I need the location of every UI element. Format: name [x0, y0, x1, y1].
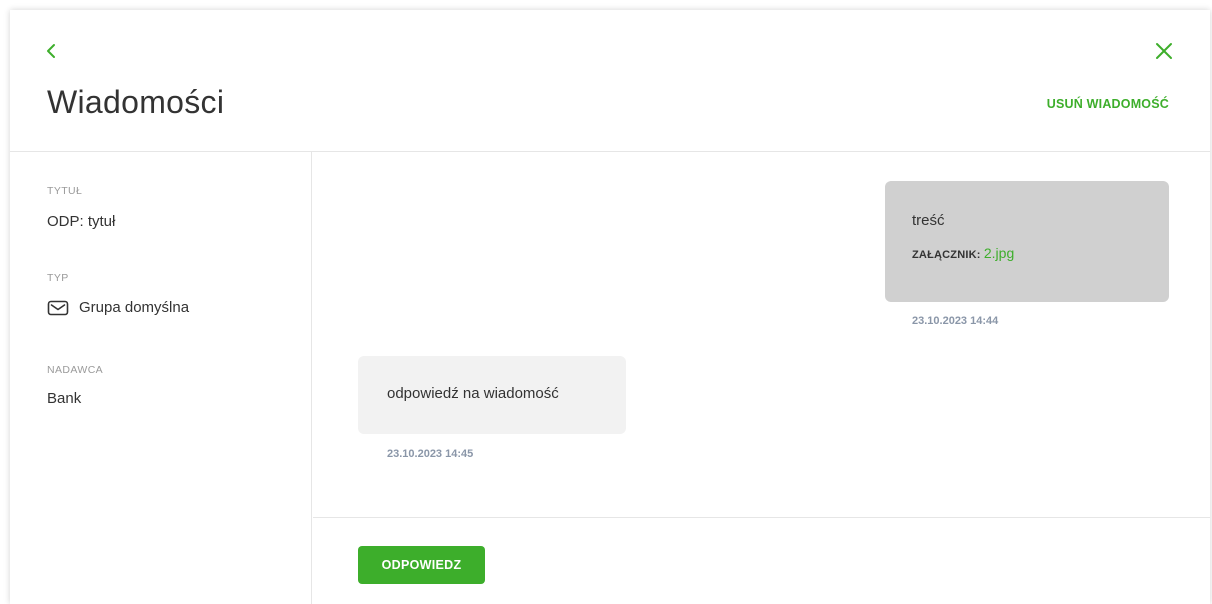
incoming-message-bubble: odpowiedź na wiadomość	[358, 356, 626, 434]
panel-header: Wiadomości USUŃ WIADOMOŚĆ	[10, 10, 1210, 152]
attachment-link[interactable]: 2.jpg	[984, 245, 1014, 261]
title-value: ODP: tytuł	[47, 213, 116, 230]
message-info-sidebar: TYTUŁ ODP: tytuł TYP Grupa domyślna NADA…	[10, 152, 312, 604]
chevron-left-icon	[47, 44, 55, 58]
message-timestamp: 23.10.2023 14:44	[912, 315, 999, 327]
attachment-label: ZAŁĄCZNIK:	[912, 249, 981, 261]
outgoing-message-bubble: treść ZAŁĄCZNIK: 2.jpg	[885, 181, 1169, 302]
close-icon	[1156, 43, 1172, 59]
type-row: Grupa domyślna	[47, 299, 189, 316]
type-value: Grupa domyślna	[79, 299, 190, 316]
type-label: TYP	[47, 272, 69, 284]
envelope-icon	[47, 300, 69, 315]
message-details-panel: Wiadomości USUŃ WIADOMOŚĆ TYTUŁ ODP: tyt…	[10, 10, 1210, 604]
attachment-row: ZAŁĄCZNIK: 2.jpg	[912, 245, 1014, 261]
reply-button[interactable]: ODPOWIEDZ	[358, 546, 485, 584]
sender-value: Bank	[47, 390, 82, 407]
delete-message-link[interactable]: USUŃ WIADOMOŚĆ	[1047, 97, 1169, 111]
title-label: TYTUŁ	[47, 185, 83, 197]
back-button[interactable]	[43, 40, 61, 62]
sender-label: NADAWCA	[47, 364, 104, 376]
panel-footer: ODPOWIEDZ	[313, 518, 1210, 604]
message-text: treść	[912, 212, 945, 229]
page-title: Wiadomości	[47, 84, 225, 120]
message-thread: treść ZAŁĄCZNIK: 2.jpg 23.10.2023 14:44 …	[313, 152, 1210, 518]
message-text: odpowiedź na wiadomość	[387, 385, 559, 402]
message-timestamp: 23.10.2023 14:45	[387, 448, 474, 460]
close-button[interactable]	[1154, 41, 1174, 61]
